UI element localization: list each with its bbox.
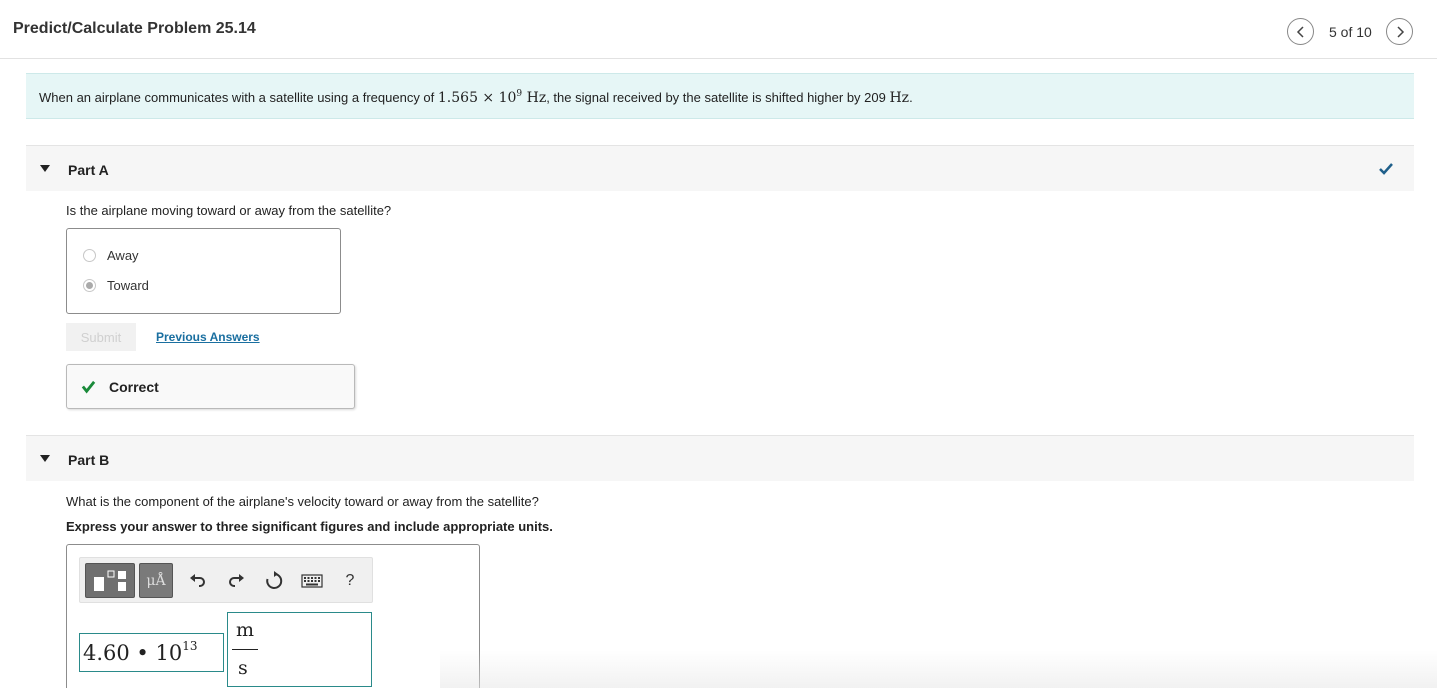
problem-counter: 5 of 10 — [1329, 24, 1372, 40]
part-a-question: Is the airplane moving toward or away fr… — [66, 203, 392, 218]
choice-toward[interactable]: Toward — [83, 278, 149, 293]
keyboard-button[interactable] — [298, 563, 326, 598]
part-b-instruction: Express your answer to three significant… — [66, 519, 553, 534]
part-b-title: Part B — [68, 452, 110, 468]
templates-button[interactable] — [85, 563, 135, 598]
keyboard-icon — [301, 573, 323, 588]
chevron-left-icon — [1296, 25, 1304, 38]
fraction-bar — [232, 649, 258, 650]
next-problem-button[interactable] — [1386, 18, 1413, 45]
choice-label: Away — [107, 248, 139, 263]
choice-away[interactable]: Away — [83, 248, 139, 263]
undo-icon — [190, 573, 205, 587]
radio-button-selected[interactable] — [83, 279, 96, 292]
radio-button[interactable] — [83, 249, 96, 262]
intro-text: When an airplane communicates with a sat… — [39, 89, 913, 106]
feedback-text: Correct — [109, 379, 159, 395]
reset-button[interactable] — [260, 563, 288, 598]
page-title: Predict/Calculate Problem 25.14 — [13, 20, 256, 37]
reset-icon — [266, 570, 283, 589]
answer-entry-box: μÅ ? 4.60 • 1013 m s — [66, 544, 480, 688]
unit-denominator: s — [238, 657, 248, 679]
answer-choices: Away Toward — [66, 228, 341, 314]
choice-label: Toward — [107, 278, 149, 293]
answer-value-input[interactable]: 4.60 • 1013 — [79, 633, 224, 672]
undo-button[interactable] — [184, 563, 212, 598]
redo-button[interactable] — [222, 563, 250, 598]
part-a-title: Part A — [68, 162, 109, 178]
math-toolbar: μÅ ? — [79, 557, 373, 603]
templates-icon — [94, 570, 126, 591]
part-b-question: What is the component of the airplane's … — [66, 494, 539, 509]
help-button[interactable]: ? — [336, 563, 364, 598]
part-a-header[interactable]: Part A — [26, 145, 1414, 191]
checkmark-icon — [1379, 163, 1393, 175]
unit-numerator: m — [236, 619, 255, 641]
answer-unit-input[interactable]: m s — [227, 612, 372, 687]
previous-answers-link[interactable]: Previous Answers — [156, 330, 260, 344]
checkmark-icon — [81, 380, 96, 394]
caret-down-icon — [40, 165, 50, 172]
part-b-header[interactable]: Part B — [26, 435, 1414, 481]
bottom-fade — [440, 650, 1437, 688]
caret-down-icon — [40, 455, 50, 462]
chevron-right-icon — [1396, 25, 1404, 38]
units-button[interactable]: μÅ — [139, 563, 173, 598]
correct-feedback: Correct — [66, 364, 355, 409]
top-bar: Predict/Calculate Problem 25.14 5 of 10 — [0, 0, 1437, 59]
redo-icon — [229, 573, 244, 587]
submit-button[interactable]: Submit — [66, 323, 136, 351]
previous-problem-button[interactable] — [1287, 18, 1314, 45]
problem-intro: When an airplane communicates with a sat… — [26, 73, 1414, 119]
